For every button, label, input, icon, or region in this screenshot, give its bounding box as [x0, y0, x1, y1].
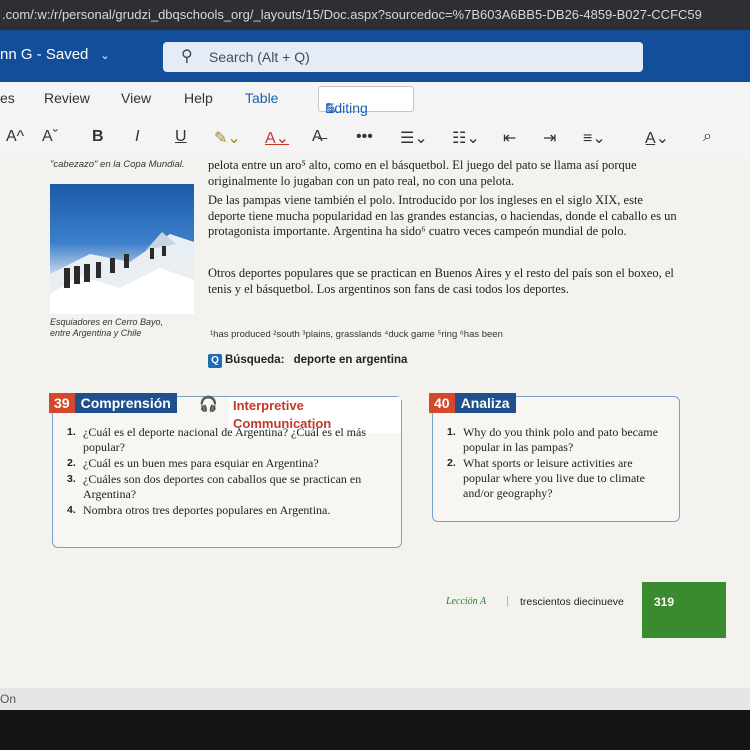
comprension-questions: 1. ¿Cuál es el deporte nacional de Argent…	[67, 425, 393, 519]
find-icon[interactable]: ⌕	[703, 128, 712, 146]
decrease-indent-icon[interactable]: ⇤	[503, 128, 516, 148]
list-item: 3. ¿Cuáles son dos deportes con caballos …	[67, 472, 362, 501]
document-page: "cabezazo" en la Copa Mundial. Esquiador…	[0, 158, 750, 688]
paragraph-pato: pelota entre un aro⁵ alto, como en el bá…	[208, 158, 637, 188]
leccion-label: Lección A	[446, 596, 487, 607]
skiers-photo	[50, 184, 194, 314]
menu-item-references[interactable]: es	[0, 90, 15, 106]
menu-item-help[interactable]: Help	[184, 90, 213, 106]
search-box[interactable]: ⚲ Search (Alt + Q)	[163, 42, 643, 72]
footer-divider: |	[506, 595, 509, 607]
title-bar: nn G - Saved ⌄ ⚲ Search (Alt + Q)	[0, 30, 750, 82]
menu-item-view[interactable]: View	[121, 90, 151, 106]
page-number-box: 319	[642, 582, 726, 638]
status-bar: On	[0, 688, 750, 710]
styles-icon[interactable]: A̲⌄	[645, 128, 669, 148]
italic-button[interactable]: I	[135, 128, 139, 146]
align-icon[interactable]: ≡⌄	[583, 128, 606, 148]
mountain-image	[50, 232, 194, 314]
page-number-words: trescientos diecinueve	[520, 596, 624, 608]
grow-font-button[interactable]: A^	[6, 128, 24, 146]
list-item: 4. Nombra otros tres deportes populares e…	[67, 503, 331, 517]
list-item: 1. ¿Cuál es el deporte nacional de Argent…	[67, 425, 367, 454]
monitor-bezel	[0, 710, 750, 750]
address-bar[interactable]: .com/:w:/r/personal/grudzi_dbqschools_or…	[0, 0, 750, 30]
paragraph-otros-deportes: Otros deportes populares que se practica…	[208, 266, 674, 296]
footnotes: ¹has produced ²south ³plains, grasslands…	[210, 329, 503, 340]
search-icon: Q	[208, 354, 222, 368]
status-text: On	[0, 692, 17, 706]
menu-item-table[interactable]: Table	[245, 90, 278, 106]
highlight-icon[interactable]: ✎⌄	[214, 128, 241, 148]
more-options-button[interactable]: •••	[356, 128, 373, 146]
comprension-box: 39 Comprensión 🎧 Interpretive Communicati…	[49, 393, 402, 548]
clear-format-icon[interactable]: A̶	[312, 128, 323, 146]
bold-button[interactable]: B	[92, 128, 104, 146]
photo-caption: Esquiadores en Cerro Bayo, entre Argenti…	[50, 317, 164, 338]
menu-item-review[interactable]: Review	[44, 90, 90, 106]
search-placeholder: Search (Alt + Q)	[209, 49, 310, 65]
editing-mode-button[interactable]: ✎ Editing ⌄	[318, 86, 414, 116]
document-title[interactable]: nn G - Saved ⌄	[0, 46, 110, 63]
numbering-icon[interactable]: ☷⌄	[452, 128, 480, 148]
busqueda-line[interactable]: Q Búsqueda: deporte en argentina	[208, 354, 407, 368]
list-item: 2. What sports or leisure activities are …	[447, 456, 645, 500]
font-color-icon[interactable]: A⌄	[265, 128, 289, 148]
search-icon: ⚲	[181, 48, 193, 65]
comprension-header: 39 Comprensión	[49, 393, 177, 413]
page-number: 319	[654, 595, 675, 609]
analiza-questions: 1. Why do you think polo and pato became …	[447, 425, 671, 502]
list-item: 1. Why do you think polo and pato became …	[447, 425, 658, 454]
analiza-box: 40 Analiza 1. Why do you think polo and pa…	[429, 393, 680, 522]
menu-bar: es Review View Help Table ✎ Editing ⌄	[0, 82, 750, 118]
analiza-header: 40 Analiza	[429, 393, 516, 413]
formatting-toolbar: A^ Aˇ B I U ✎⌄ A⌄ A̶ ••• ☰⌄ ☷⌄ ⇤ ⇥ ≡⌄ A̲…	[0, 118, 750, 159]
activity-number: 40	[429, 393, 455, 413]
headphones-icon: 🎧	[199, 396, 218, 413]
screen: .com/:w:/r/personal/grudzi_dbqschools_or…	[0, 0, 750, 710]
shrink-font-button[interactable]: Aˇ	[42, 128, 58, 146]
activity-number: 39	[49, 393, 75, 413]
paragraph-polo: De las pampas viene también el polo. Int…	[208, 193, 677, 238]
bullets-icon[interactable]: ☰⌄	[400, 128, 428, 148]
chevron-down-icon[interactable]: ⌄	[100, 50, 109, 62]
list-item: 2. ¿Cuál es un buen mes para esquiar en A…	[67, 456, 319, 470]
photo-caption-top: "cabezazo" en la Copa Mundial.	[50, 159, 185, 170]
increase-indent-icon[interactable]: ⇥	[543, 128, 556, 148]
underline-button[interactable]: U	[175, 128, 187, 146]
